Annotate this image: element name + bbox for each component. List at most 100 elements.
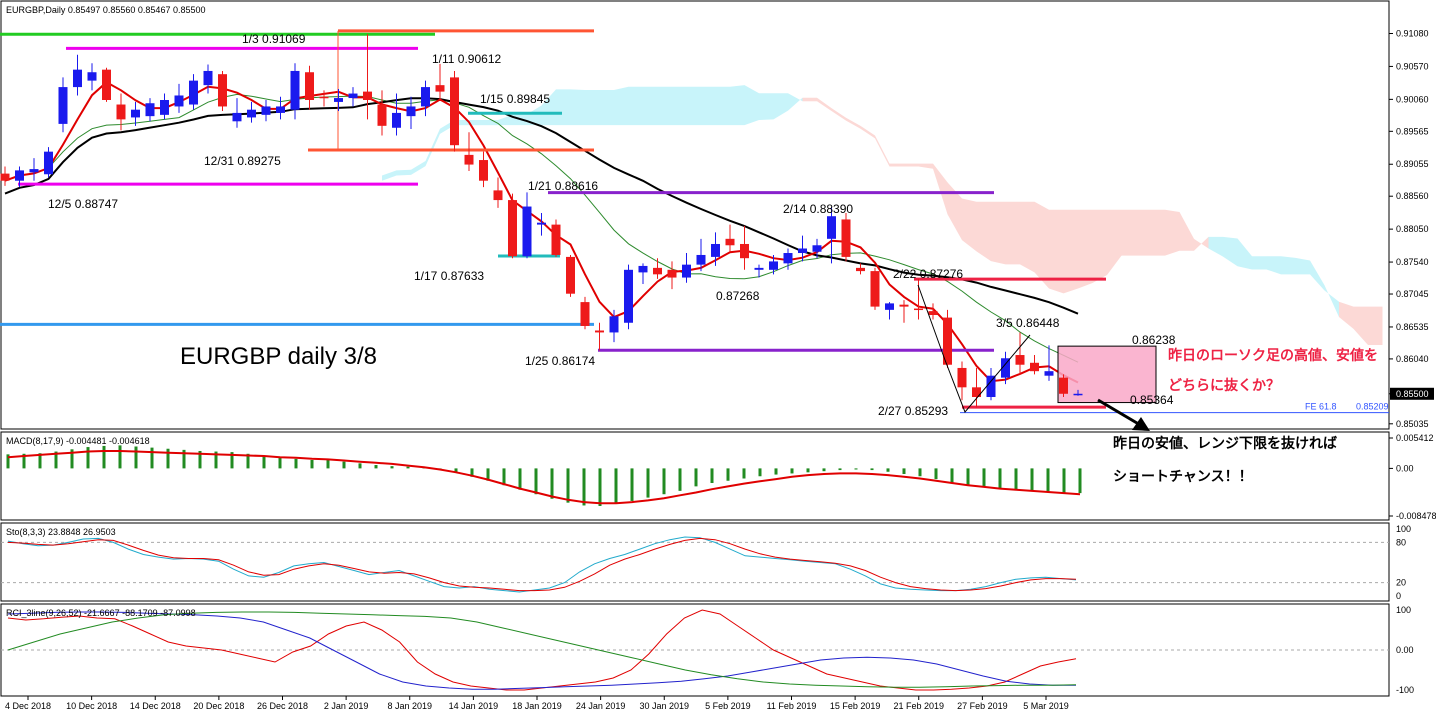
- candle-body: [261, 106, 271, 115]
- candle-body: [696, 254, 706, 265]
- stoch-tick-label: 80: [1396, 537, 1406, 547]
- macd-tick-label: -0.008478: [1396, 511, 1436, 521]
- date-label: 14 Dec 2018: [130, 701, 181, 711]
- candle-body: [0, 173, 10, 181]
- cloud-segment: [730, 85, 745, 126]
- candle-body: [928, 311, 938, 316]
- cloud-segment: [1020, 201, 1035, 273]
- date-label: 24 Jan 2019: [576, 701, 626, 711]
- price-tick-label: 0.88560: [1396, 191, 1429, 201]
- annotation-question: どちらに抜くか？: [1168, 377, 1280, 393]
- candle-body: [1044, 371, 1054, 376]
- chart-title: EURGBP daily 3/8: [180, 343, 377, 370]
- candle-body: [595, 330, 604, 333]
- date-label: 5 Mar 2019: [1023, 701, 1069, 711]
- candle-body: [972, 387, 981, 398]
- level-label: 1/21 0.88616: [528, 179, 598, 193]
- candle-body: [73, 69, 82, 88]
- cloud-segment: [614, 86, 629, 126]
- level-label: 0.86238: [1132, 333, 1176, 347]
- fe-label: FE 61.8: [1305, 402, 1337, 412]
- candle-body: [769, 261, 778, 270]
- cloud-segment: [1368, 306, 1383, 346]
- cloud-segment: [802, 97, 817, 102]
- candle-body: [580, 302, 590, 326]
- candle-body: [1073, 393, 1083, 396]
- candle-body: [783, 253, 793, 264]
- cloud-segment: [585, 89, 600, 126]
- price-tick-label: 0.90570: [1396, 61, 1429, 71]
- cloud-segment: [1295, 257, 1310, 275]
- candle-body: [1059, 377, 1068, 394]
- candle-body: [450, 77, 459, 146]
- cloud-segment: [715, 86, 730, 126]
- candle-body: [798, 248, 807, 254]
- cloud-segment: [759, 93, 774, 121]
- eurgbp-chart: FE 61.8 0.85209 1/3 0.91069 1/11 0.90612 12…: [0, 0, 1436, 711]
- rci-header: RCI_3line(9,26,52) -21.6667 -88.1709 -87…: [6, 608, 196, 618]
- level-label: 12/31 0.89275: [204, 154, 281, 168]
- candle-body: [232, 112, 242, 122]
- candle-body: [29, 169, 39, 173]
- candle-body: [537, 222, 546, 225]
- price-tick-label: 0.89565: [1396, 126, 1429, 136]
- candle-body: [276, 106, 285, 113]
- candle-body: [421, 87, 430, 107]
- rci-tick-label: 0.00: [1396, 645, 1414, 655]
- level-label: 1/25 0.86174: [525, 354, 595, 368]
- candle-body: [1015, 355, 1025, 365]
- candle-body: [609, 316, 619, 333]
- price-tick-label: 0.86535: [1396, 322, 1429, 332]
- stoch-header: Sto(8,3,3) 23.8848 26.9503: [6, 527, 116, 537]
- cloud-segment: [1136, 209, 1151, 256]
- level-label: 1/15 0.89845: [480, 92, 550, 106]
- rci-panel: [0, 603, 1390, 697]
- cloud-segment: [672, 86, 687, 126]
- date-label: 26 Dec 2018: [257, 701, 308, 711]
- candle-body: [131, 109, 140, 118]
- price-tick-label: 0.87045: [1396, 289, 1429, 299]
- candle-body: [102, 69, 111, 100]
- macd-tick-label: 0.00: [1396, 463, 1414, 473]
- cloud-segment: [1150, 209, 1165, 256]
- date-label: 27 Feb 2019: [957, 701, 1008, 711]
- candle-body: [986, 375, 996, 398]
- cloud-segment: [1281, 256, 1296, 275]
- candle-body: [160, 100, 169, 115]
- date-label: 11 Feb 2019: [767, 701, 817, 711]
- candle-body: [363, 91, 372, 100]
- candle-body: [174, 95, 184, 107]
- candle-body: [189, 80, 198, 105]
- candle-body: [638, 265, 648, 273]
- candle-body: [464, 154, 474, 165]
- stoch-panel: [0, 522, 1390, 602]
- cloud-segment: [1063, 209, 1078, 294]
- candle-body: [203, 70, 213, 86]
- cloud-segment: [701, 86, 716, 126]
- date-label: 10 Dec 2018: [66, 701, 117, 711]
- annotation-range: 昨日のローソク足の高値、安値を: [1168, 347, 1378, 363]
- candle-body: [290, 70, 300, 110]
- candle-body: [914, 308, 923, 311]
- level-label: 2/22 0.87276: [893, 267, 963, 281]
- cloud-segment: [991, 201, 1006, 265]
- cloud-segment: [643, 86, 658, 126]
- candle-body: [740, 243, 749, 259]
- level-label: 2/14 0.88390: [783, 202, 853, 216]
- candle-body: [827, 216, 836, 239]
- candle-body: [870, 271, 880, 307]
- level-label: 1/17 0.87633: [414, 269, 484, 283]
- cloud-segment: [1121, 209, 1136, 256]
- symbol-header: EURGBP,Daily 0.85497 0.85560 0.85467 0.8…: [6, 5, 206, 15]
- cloud-segment: [904, 163, 919, 167]
- price-axis: 0.91080 0.90570 0.90060 0.89565 0.89055 0.885…: [1389, 28, 1434, 429]
- cloud-segment: [686, 86, 701, 126]
- date-label: 14 Jan 2019: [449, 701, 499, 711]
- cloud-segment: [976, 201, 991, 262]
- candle-body: [885, 303, 894, 310]
- candle-body: [522, 206, 532, 257]
- rci-tick-label: 100: [1396, 605, 1411, 615]
- stoch-tick-label: 20: [1396, 578, 1406, 588]
- candle-body: [682, 264, 691, 278]
- date-label: 20 Dec 2018: [193, 701, 244, 711]
